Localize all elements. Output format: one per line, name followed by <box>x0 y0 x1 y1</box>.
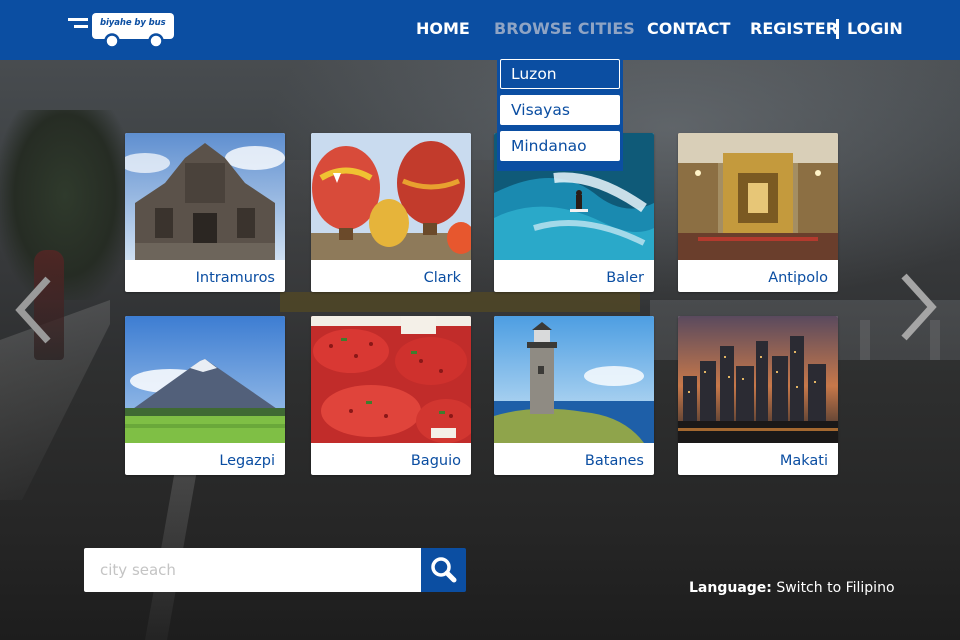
browse-cities-dropdown: Luzon Visayas Mindanao <box>497 57 623 171</box>
fort-santiago-photo <box>125 133 285 260</box>
nav-browse-cities[interactable]: BROWSE CITIES <box>494 19 635 41</box>
logo-text: biyahe by bus <box>100 18 166 28</box>
dropdown-item-mindanao[interactable]: Mindanao <box>500 131 620 161</box>
chevron-left-icon <box>15 276 51 344</box>
city-search-input[interactable] <box>84 548 422 592</box>
city-card-antipolo[interactable]: Antipolo <box>678 133 838 292</box>
nav-contact[interactable]: CONTACT <box>647 19 730 41</box>
search-icon <box>431 557 457 583</box>
search-button[interactable] <box>421 548 466 592</box>
city-name: Baler <box>606 270 644 286</box>
church-altar-photo <box>678 133 838 260</box>
lighthouse-photo <box>494 316 654 443</box>
nav-register[interactable]: REGISTER <box>750 19 838 41</box>
top-navigation-bar: biyahe by bus HOME BROWSE CITIES CONTACT… <box>0 0 960 60</box>
city-name: Intramuros <box>195 270 275 286</box>
language-label: Language: <box>689 580 772 596</box>
city-card-intramuros[interactable]: Intramuros <box>125 133 285 292</box>
next-arrow-button[interactable] <box>898 272 942 342</box>
dropdown-item-luzon[interactable]: Luzon <box>500 59 620 89</box>
city-name: Baguio <box>410 453 461 469</box>
city-name: Legazpi <box>219 453 275 469</box>
nav-home[interactable]: HOME <box>416 19 470 41</box>
city-card-makati[interactable]: Makati <box>678 316 838 475</box>
city-name: Clark <box>423 270 461 286</box>
nav-login[interactable]: LOGIN <box>847 19 903 41</box>
brand-logo[interactable]: biyahe by bus <box>68 12 176 50</box>
switch-language-link[interactable]: Switch to Filipino <box>776 580 894 596</box>
city-card-batanes[interactable]: Batanes <box>494 316 654 475</box>
chevron-right-icon <box>901 273 937 341</box>
city-name: Batanes <box>584 453 644 469</box>
city-name: Makati <box>779 453 828 469</box>
dropdown-item-visayas[interactable]: Visayas <box>500 95 620 125</box>
mayon-volcano-photo <box>125 316 285 443</box>
city-card-legazpi[interactable]: Legazpi <box>125 316 285 475</box>
hot-air-balloons-photo <box>311 133 471 260</box>
strawberries-photo <box>311 316 471 443</box>
city-skyline-photo <box>678 316 838 443</box>
city-card-baguio[interactable]: Baguio <box>311 316 471 475</box>
language-switcher: Language: Switch to Filipino <box>689 580 895 596</box>
city-name: Antipolo <box>768 270 828 286</box>
nav-separator <box>836 19 839 39</box>
city-card-clark[interactable]: Clark <box>311 133 471 292</box>
previous-arrow-button[interactable] <box>12 275 56 345</box>
